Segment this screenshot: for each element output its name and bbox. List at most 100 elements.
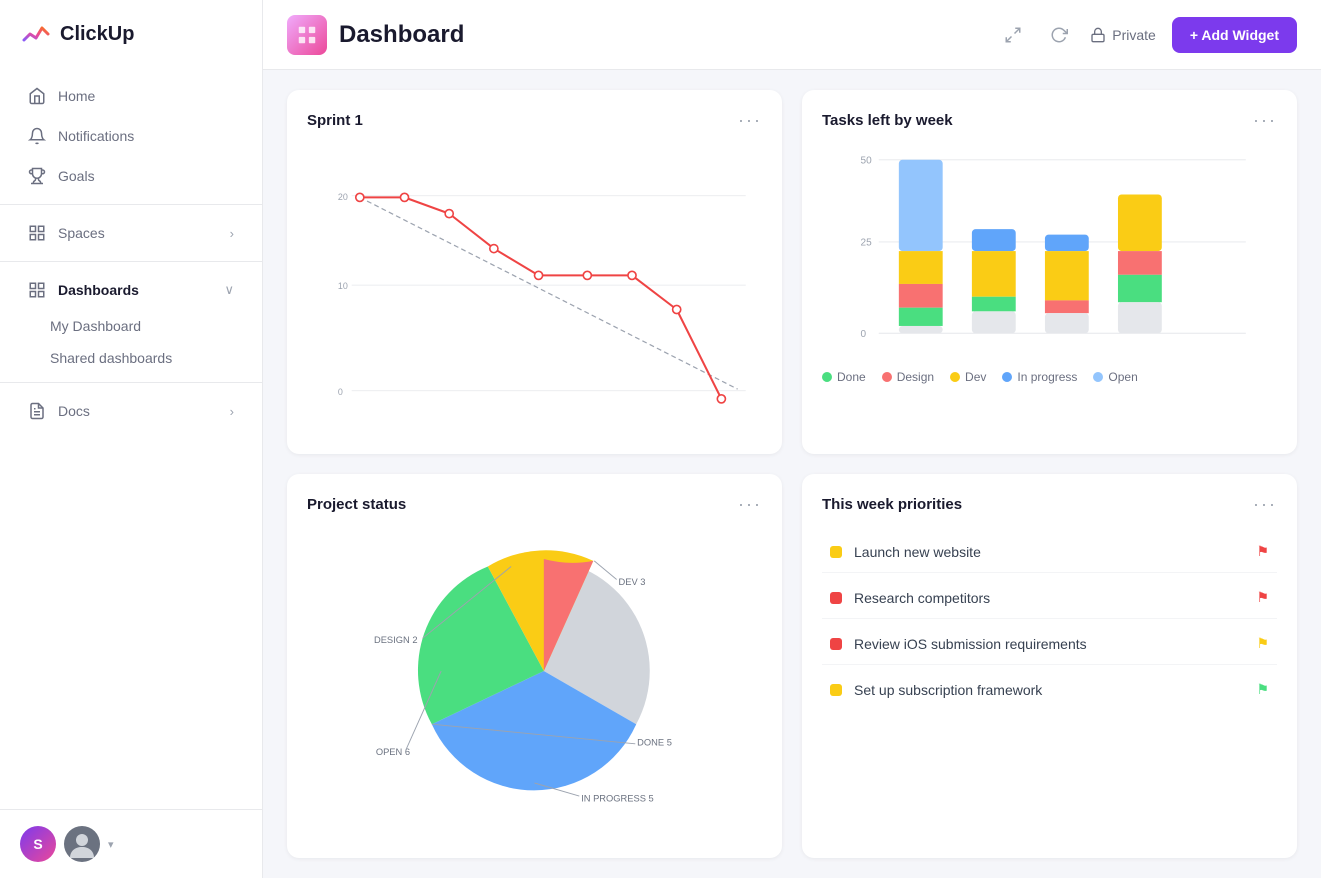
tasks-card-menu[interactable]: ··· — [1253, 110, 1277, 131]
sidebar-item-dashboards[interactable]: Dashboards ∨ — [8, 271, 254, 309]
priority-text-4: Set up subscription framework — [854, 682, 1042, 698]
done-dot — [822, 372, 832, 382]
priority-dot-2 — [830, 592, 842, 604]
page-title: Dashboard — [339, 21, 464, 49]
svg-text:OPEN 6: OPEN 6 — [376, 747, 410, 757]
lock-icon — [1090, 27, 1106, 43]
sidebar-item-my-dashboard[interactable]: My Dashboard — [0, 310, 262, 342]
refresh-button[interactable] — [1044, 20, 1074, 50]
bar-legend: Done Design Dev In progress — [822, 370, 1277, 384]
priorities-title: This week priorities — [822, 496, 962, 513]
sprint-card-menu[interactable]: ··· — [738, 110, 762, 131]
sidebar-item-shared-dashboards[interactable]: Shared dashboards — [0, 342, 262, 374]
open-dot — [1093, 372, 1103, 382]
spaces-icon — [28, 224, 46, 242]
project-status-title: Project status — [307, 496, 406, 513]
legend-done: Done — [822, 370, 866, 384]
header-left: Dashboard — [287, 15, 464, 55]
priorities-card: This week priorities ··· Launch new webs… — [802, 474, 1297, 858]
svg-text:0: 0 — [338, 387, 343, 397]
home-icon — [28, 87, 46, 105]
dev-dot — [950, 372, 960, 382]
svg-text:50: 50 — [861, 155, 873, 166]
divider-3 — [0, 382, 262, 383]
sidebar-item-notifications[interactable]: Notifications — [8, 117, 254, 155]
my-dashboard-label: My Dashboard — [50, 318, 141, 334]
svg-text:IN PROGRESS 5: IN PROGRESS 5 — [581, 794, 654, 804]
sidebar-item-home[interactable]: Home — [8, 77, 254, 115]
spaces-chevron-icon: › — [230, 226, 234, 241]
legend-design: Design — [882, 370, 934, 384]
privacy-toggle[interactable]: Private — [1090, 27, 1156, 43]
sprint-card: Sprint 1 ··· 20 10 0 — [287, 90, 782, 454]
project-status-menu[interactable]: ··· — [738, 494, 762, 515]
sidebar-item-notifications-label: Notifications — [58, 128, 134, 144]
priority-item-2: Research competitors ⚑ — [822, 577, 1277, 619]
svg-text:DESIGN 2: DESIGN 2 — [374, 635, 418, 645]
dashboards-chevron-icon: ∨ — [224, 282, 234, 298]
sprint-chart-area: 20 10 0 — [307, 147, 762, 407]
user-dropdown-icon: ▾ — [108, 838, 114, 851]
docs-icon — [28, 402, 46, 420]
tasks-card-title: Tasks left by week — [822, 112, 953, 129]
main-content: Dashboard Private + Add Widget — [263, 0, 1321, 878]
legend-in-progress: In progress — [1002, 370, 1077, 384]
sidebar-item-goals[interactable]: Goals — [8, 157, 254, 195]
legend-open: Open — [1093, 370, 1137, 384]
project-status-card: Project status ··· — [287, 474, 782, 858]
sidebar-item-home-label: Home — [58, 88, 95, 104]
priority-text-1: Launch new website — [854, 544, 981, 560]
docs-chevron-icon: › — [230, 404, 234, 419]
sidebar-item-spaces[interactable]: Spaces › — [8, 214, 254, 252]
sprint-card-title: Sprint 1 — [307, 112, 363, 129]
svg-text:25: 25 — [861, 238, 873, 249]
priority-left-2: Research competitors — [830, 590, 990, 606]
divider-2 — [0, 261, 262, 262]
sprint-card-header: Sprint 1 ··· — [307, 110, 762, 131]
clickup-logo-icon — [20, 18, 52, 50]
sidebar-user-area[interactable]: S ▾ — [0, 809, 262, 878]
pie-chart-area: DEV 3 DONE 5 IN PROGRESS 5 OPEN 6 DESIGN… — [307, 531, 762, 811]
docs-label: Docs — [58, 403, 90, 419]
svg-text:DONE 5: DONE 5 — [637, 738, 672, 748]
svg-text:20: 20 — [338, 192, 348, 202]
trophy-icon — [28, 167, 46, 185]
svg-text:DEV 3: DEV 3 — [619, 577, 646, 587]
legend-dev-label: Dev — [965, 370, 986, 384]
legend-in-progress-label: In progress — [1017, 370, 1077, 384]
priority-text-3: Review iOS submission requirements — [854, 636, 1087, 652]
priority-left-4: Set up subscription framework — [830, 682, 1042, 698]
sidebar-item-docs[interactable]: Docs › — [8, 392, 254, 430]
main-nav: Home Notifications Goals Spaces › — [0, 68, 262, 439]
dashboard-grid: Sprint 1 ··· 20 10 0 — [263, 70, 1321, 878]
priority-item-3: Review iOS submission requirements ⚑ — [822, 623, 1277, 665]
bell-icon — [28, 127, 46, 145]
bar-chart-svg: 50 25 0 — [822, 147, 1277, 357]
spaces-label: Spaces — [58, 225, 105, 241]
private-label: Private — [1112, 27, 1156, 43]
priorities-card-header: This week priorities ··· — [822, 494, 1277, 515]
priority-text-2: Research competitors — [854, 590, 990, 606]
legend-open-label: Open — [1108, 370, 1137, 384]
priority-left-3: Review iOS submission requirements — [830, 636, 1087, 652]
svg-text:0: 0 — [861, 329, 867, 340]
app-name: ClickUp — [60, 23, 134, 46]
project-status-card-header: Project status ··· — [307, 494, 762, 515]
legend-dev: Dev — [950, 370, 986, 384]
priority-left-1: Launch new website — [830, 544, 981, 560]
priority-dot-1 — [830, 546, 842, 558]
expand-button[interactable] — [998, 20, 1028, 50]
priority-dot-3 — [830, 638, 842, 650]
design-dot — [882, 372, 892, 382]
priority-dot-4 — [830, 684, 842, 696]
in-progress-dot — [1002, 372, 1012, 382]
dashboards-icon — [28, 281, 46, 299]
svg-text:10: 10 — [338, 281, 348, 291]
priorities-menu[interactable]: ··· — [1253, 494, 1277, 515]
add-widget-button[interactable]: + Add Widget — [1172, 17, 1297, 53]
user-photo-placeholder — [64, 826, 100, 862]
dashboard-icon — [287, 15, 327, 55]
priority-list: Launch new website ⚑ Research competitor… — [822, 531, 1277, 710]
legend-done-label: Done — [837, 370, 866, 384]
pie-chart-svg: DEV 3 DONE 5 IN PROGRESS 5 OPEN 6 DESIGN… — [307, 531, 762, 811]
